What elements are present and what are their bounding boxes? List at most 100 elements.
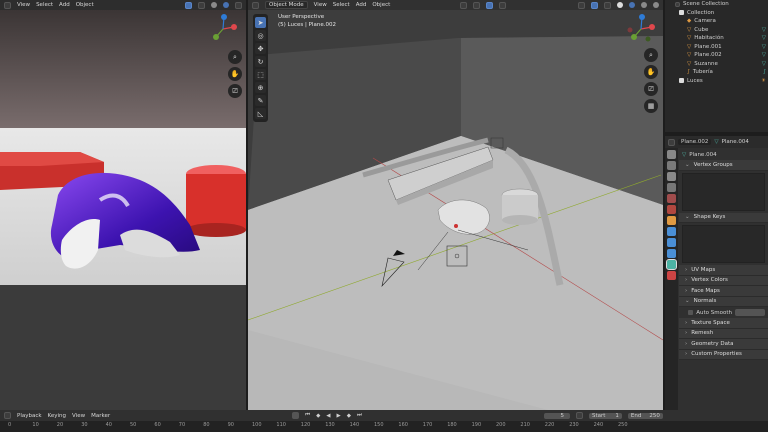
auto-smooth-angle-field[interactable] [735, 309, 765, 316]
menu-keying[interactable]: Keying [48, 413, 66, 419]
end-frame-field[interactable]: End 250 [627, 412, 663, 419]
outliner-item-tuberia[interactable]: ∫ Tubería ∫ [667, 68, 766, 77]
annotate-tool-icon[interactable]: ✎ [255, 95, 266, 106]
shading-rendered-icon[interactable] [653, 2, 659, 8]
visibility-icon[interactable] [578, 1, 585, 9]
shading-wire-icon[interactable] [617, 2, 623, 8]
outliner-item-plane002[interactable]: ▽ Plane.002 ▽ [667, 51, 766, 60]
menu-view[interactable]: View [17, 2, 30, 8]
menu-add[interactable]: Add [356, 2, 367, 8]
section-custom-properties[interactable]: Custom Properties [679, 349, 768, 360]
jump-end-icon[interactable]: ⏭ [357, 412, 362, 419]
checkbox-icon[interactable] [679, 10, 684, 16]
editor-type-icon[interactable] [4, 412, 11, 419]
section-vertex-colors[interactable]: Vertex Colors [679, 275, 768, 286]
scale-tool-icon[interactable]: ⬚ [255, 69, 266, 80]
render-navigation-gizmo[interactable] [208, 14, 238, 44]
world-tab-icon[interactable] [667, 205, 676, 214]
object-tab-icon[interactable] [667, 216, 676, 225]
pause-icon[interactable] [235, 1, 242, 9]
material-tab-icon[interactable] [667, 271, 676, 280]
menu-marker[interactable]: Marker [91, 413, 110, 419]
transform-orientation-icon[interactable] [460, 1, 467, 9]
scene-tab-icon[interactable] [667, 194, 676, 203]
particles-tab-icon[interactable] [667, 238, 676, 247]
auto-smooth-checkbox[interactable] [688, 310, 694, 315]
menu-select[interactable]: Select [333, 2, 350, 8]
rotate-tool-icon[interactable]: ↻ [255, 56, 266, 67]
start-frame-field[interactable]: Start 1 [588, 412, 622, 419]
perspective-grid-icon[interactable]: ▦ [644, 99, 658, 113]
menu-select[interactable]: Select [36, 2, 53, 8]
play-reverse-icon[interactable]: ◀ [326, 413, 330, 419]
current-frame-field[interactable]: 5 [543, 412, 570, 419]
move-tool-icon[interactable]: ✥ [255, 43, 266, 54]
section-normals[interactable]: Normals [679, 296, 768, 307]
tool-tab-icon[interactable] [667, 150, 676, 159]
proportional-edit-icon[interactable] [499, 1, 506, 9]
section-face-maps[interactable]: Face Maps [679, 286, 768, 297]
menu-object[interactable]: Object [76, 2, 94, 8]
select-tool-icon[interactable]: ➤ [255, 17, 266, 28]
editor-type-icon[interactable] [668, 138, 675, 146]
shading-solid-icon[interactable] [211, 2, 217, 8]
cursor-tool-icon[interactable]: ◎ [255, 30, 266, 41]
toggle-gizmo-icon[interactable] [185, 1, 192, 9]
preview-range-icon[interactable] [575, 412, 583, 419]
menu-add[interactable]: Add [59, 2, 70, 8]
measure-tool-icon[interactable]: ◺ [255, 108, 266, 119]
overlay-icon[interactable] [604, 1, 611, 9]
pan-hand-icon[interactable]: ✋ [644, 65, 658, 79]
shading-material-icon[interactable] [641, 2, 647, 8]
camera-view-icon[interactable]: ⎚ [644, 82, 658, 96]
editor-type-icon[interactable] [4, 1, 11, 9]
section-shape-keys[interactable]: Shape Keys [679, 212, 768, 223]
outliner-item-camera[interactable]: ◆ Camera [667, 17, 766, 26]
render-zoom-icon[interactable]: ⌕ [228, 50, 242, 64]
menu-object[interactable]: Object [372, 2, 390, 8]
mesh-data-tab-icon[interactable] [666, 259, 677, 270]
editor-type-icon[interactable] [252, 1, 259, 9]
physics-tab-icon[interactable] [667, 249, 676, 258]
shading-rendered-icon[interactable] [223, 2, 229, 8]
outliner-item-cube[interactable]: ▽ Cube ▽ [667, 26, 766, 35]
menu-playback[interactable]: Playback [17, 413, 42, 419]
section-geometry-data[interactable]: Geometry Data [679, 339, 768, 350]
navigation-gizmo[interactable] [626, 14, 656, 44]
frame-ruler[interactable]: 0 10 20 30 40 50 60 70 80 90 100 110 120 130 140 150 160… [0, 421, 768, 432]
outliner-item-suzanne[interactable]: ▽ Suzanne ▽ [667, 60, 766, 69]
shading-solid-icon[interactable] [629, 2, 635, 8]
modifier-tab-icon[interactable] [667, 227, 676, 236]
menu-view[interactable]: View [314, 2, 327, 8]
render-viewport[interactable]: View Select Add Object [0, 0, 246, 410]
main-viewport[interactable]: Object Mode View Select Add Object User … [248, 0, 663, 410]
section-vertex-groups[interactable]: Vertex Groups [679, 160, 768, 171]
play-icon[interactable]: ▶ [337, 413, 341, 419]
object-name-field[interactable]: Plane.002 [678, 139, 712, 145]
zoom-icon[interactable]: ⌕ [644, 48, 658, 62]
section-texture-space[interactable]: Texture Space [679, 318, 768, 329]
jump-start-icon[interactable]: ⏮ [305, 412, 310, 419]
transform-tool-icon[interactable]: ⊕ [255, 82, 266, 93]
render-tab-icon[interactable] [667, 161, 676, 170]
render-camera-icon[interactable]: ⎚ [228, 84, 242, 98]
outliner-scene-collection[interactable]: Scene Collection [667, 0, 766, 9]
mesh-name-field[interactable]: Plane.004 [689, 152, 716, 158]
vertex-groups-list[interactable] [682, 172, 765, 211]
next-keyframe-icon[interactable]: ◆ [347, 413, 351, 419]
output-tab-icon[interactable] [667, 172, 676, 181]
data-name-field[interactable]: Plane.004 [722, 139, 749, 145]
outliner-collection-luces[interactable]: Luces ☀ [667, 77, 766, 86]
mode-selector[interactable]: Object Mode [265, 1, 308, 9]
prev-keyframe-icon[interactable]: ◆ [316, 413, 320, 419]
outliner-item-plane001[interactable]: ▽ Plane.001 ▽ [667, 43, 766, 52]
snap-icon[interactable] [486, 1, 493, 9]
menu-view[interactable]: View [72, 413, 85, 419]
shape-keys-list[interactable] [682, 225, 765, 263]
outliner-item-habitacion[interactable]: ▽ Habitación ▽ [667, 34, 766, 43]
section-uv-maps[interactable]: UV Maps [679, 265, 768, 276]
checkbox-icon[interactable] [679, 78, 684, 84]
section-remesh[interactable]: Remesh [679, 328, 768, 339]
outliner-collection[interactable]: Collection [667, 9, 766, 18]
overlay-icon[interactable] [198, 1, 205, 9]
